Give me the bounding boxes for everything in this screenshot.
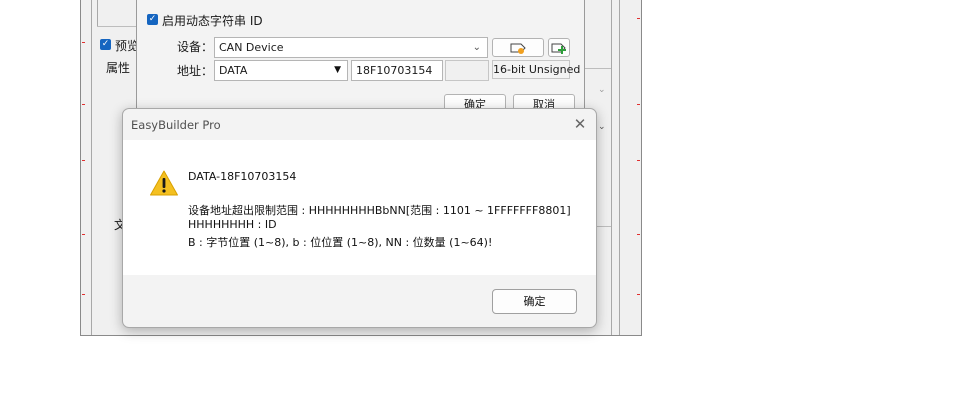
dynamic-string-label: 启用动态字符串 ID [162, 14, 263, 28]
add-tag-button[interactable] [548, 38, 570, 57]
add-tag-icon [551, 43, 566, 54]
close-icon[interactable]: ✕ [570, 114, 590, 134]
red-marker [82, 294, 85, 295]
tag-settings-button[interactable] [492, 38, 544, 57]
chevron-down-icon: ⌄ [598, 122, 606, 132]
window-bottom-edge [81, 335, 641, 336]
panel-divider [619, 0, 620, 336]
red-marker [637, 234, 640, 235]
message-line: HHHHHHHH : ID [188, 218, 277, 231]
address-dialog: ✓ 启用动态字符串 ID 设备： CAN Device ⌄ 地址： DATA ▼… [136, 0, 585, 117]
address-type-select[interactable]: DATA ▼ [214, 60, 348, 81]
device-label: 设备： [177, 40, 214, 54]
chevron-down-icon: ⌄ [598, 85, 606, 95]
message-line: B : 字节位置 (1~8), b : 位位置 (1~8), NN : 位数量 … [188, 236, 493, 249]
red-marker [637, 104, 640, 105]
address-input[interactable]: 18F10703154 [351, 60, 443, 81]
red-marker [637, 18, 640, 19]
message-body: DATA-18F10703154 设备地址超出限制范围 : HHHHHHHHBb… [123, 140, 596, 275]
address-label: 地址： [177, 64, 214, 78]
message-heading: DATA-18F10703154 [188, 170, 297, 183]
red-marker [82, 234, 85, 235]
address-type-value: DATA [219, 64, 248, 77]
error-message-box: EasyBuilder Pro ✕ DATA-18F10703154 设备地址超… [122, 108, 597, 328]
red-marker [82, 160, 85, 161]
address-extra-field [445, 60, 489, 81]
dynamic-string-checkbox[interactable]: ✓ [147, 14, 158, 25]
warning-icon [150, 170, 178, 196]
dropdown-arrow-icon: ▼ [334, 65, 341, 75]
preview-checkbox[interactable]: ✓ [100, 39, 111, 50]
panel-divider [91, 0, 92, 336]
properties-label: 属性 [106, 61, 131, 75]
message-ok-button[interactable]: 确定 [492, 289, 577, 314]
red-marker [637, 160, 640, 161]
panel-divider [611, 0, 612, 336]
chevron-down-icon: ⌄ [472, 42, 481, 53]
data-type-label: 16-bit Unsigned [492, 60, 580, 79]
panel-divider [97, 0, 98, 26]
message-box-title: EasyBuilder Pro [131, 118, 221, 132]
red-marker [82, 42, 85, 43]
device-select[interactable]: CAN Device ⌄ [214, 37, 488, 58]
tag-settings-icon [510, 43, 526, 54]
red-marker [82, 104, 85, 105]
device-select-value: CAN Device [219, 41, 284, 54]
address-input-value: 18F10703154 [356, 64, 433, 77]
red-marker [637, 294, 640, 295]
panel-divider [97, 26, 137, 27]
message-line: 设备地址超出限制范围 : HHHHHHHHBbNN[范围 : 1101 ~ 1F… [188, 204, 571, 217]
